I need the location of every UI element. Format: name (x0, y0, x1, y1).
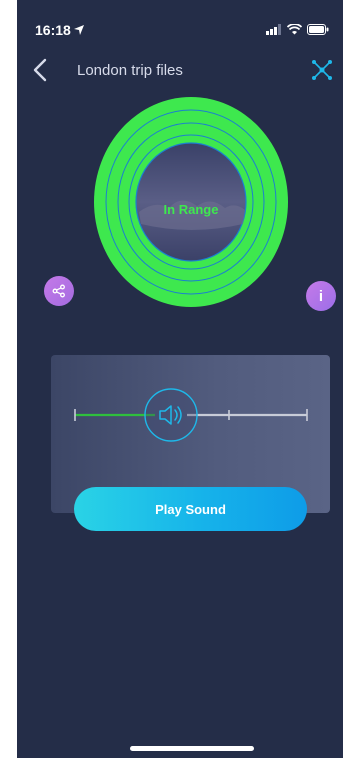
volume-slider[interactable] (71, 385, 311, 445)
back-button[interactable] (31, 58, 51, 82)
range-indicator: In Range (93, 96, 289, 308)
play-sound-button[interactable]: Play Sound (74, 487, 307, 531)
location-arrow-icon (74, 25, 84, 35)
signal-icon (266, 24, 281, 35)
network-nodes-icon[interactable] (311, 59, 333, 81)
info-icon: i (318, 287, 324, 305)
wifi-icon (287, 24, 302, 35)
app-screen: 16:18 London trip files In Range i Play … (17, 0, 343, 758)
home-indicator[interactable] (130, 746, 254, 751)
page-title: London trip files (77, 62, 183, 79)
info-button[interactable]: i (306, 281, 336, 311)
range-status: In Range (163, 202, 219, 217)
status-indicators (266, 24, 329, 35)
share-icon (52, 284, 65, 298)
battery-icon (307, 24, 329, 35)
status-bar: 16:18 (17, 0, 343, 44)
header: London trip files (17, 56, 343, 86)
status-time: 16:18 (35, 22, 71, 38)
share-button[interactable] (44, 276, 74, 306)
